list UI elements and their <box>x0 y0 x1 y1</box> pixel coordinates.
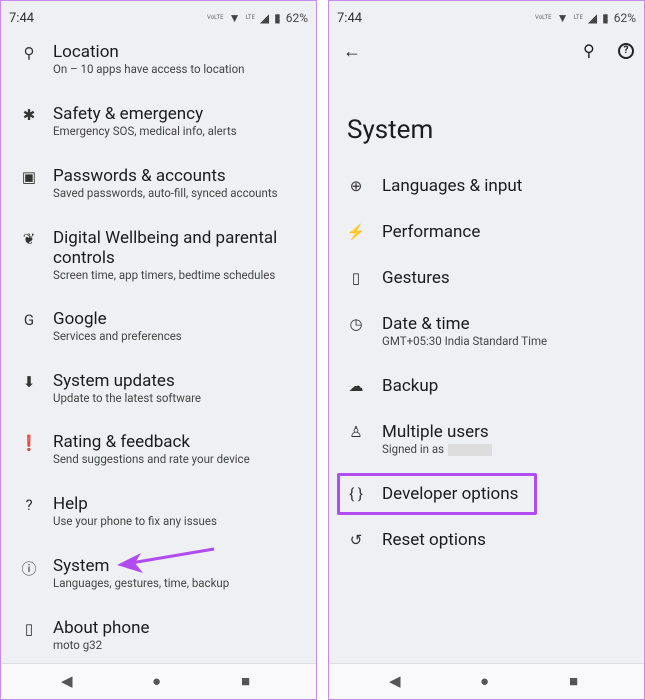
redacted-account <box>448 443 493 456</box>
item-subtitle: GMT+05:30 India Standard Time <box>382 334 548 348</box>
settings-panel: 7:44 VoLTE ▼ LTE ◢ ▮ 62% ⚲ Location On – 10 ap… <box>0 0 317 700</box>
person-icon: ♙ <box>349 423 363 441</box>
phone-info-icon: ▯ <box>24 620 34 638</box>
volte-icon: VoLTE <box>535 14 552 21</box>
back-arrow-icon[interactable]: ← <box>343 41 361 62</box>
wifi-icon: ▼ <box>228 11 241 25</box>
item-title: Digital Wellbeing and parental controls <box>53 228 278 268</box>
item-title: Location <box>53 42 119 62</box>
navigation-bar: ◀ ● ■ <box>329 663 644 699</box>
clock-icon: ◷ <box>349 315 363 333</box>
battery-icon: ▮ <box>274 11 281 25</box>
clock: 7:44 <box>337 11 363 26</box>
item-title: Reset options <box>382 530 486 550</box>
history-icon: ↺ <box>349 531 363 549</box>
info-icon: ⓘ <box>21 560 37 578</box>
battery-level: 62% <box>285 11 308 25</box>
battery-level: 62% <box>613 11 636 25</box>
clock: 7:44 <box>9 11 35 26</box>
item-title: Google <box>53 309 107 329</box>
item-title: Backup <box>382 376 439 396</box>
status-bar: 7:44 VoLTE ▼ LTE ◢ ▮ 62% <box>329 1 644 39</box>
item-subtitle: Update to the latest software <box>53 391 201 405</box>
recents-button[interactable]: ■ <box>241 672 250 690</box>
wellbeing-icon: ❦ <box>22 230 36 248</box>
highlight-box <box>337 473 537 515</box>
item-subtitle: Saved passwords, auto-fill, synced accou… <box>53 186 278 200</box>
item-title: Date & time <box>382 314 470 334</box>
item-title: Passwords & accounts <box>53 166 226 186</box>
item-title: Rating & feedback <box>53 432 190 452</box>
system-panel: 7:44 VoLTE ▼ LTE ◢ ▮ 62% ← ⚲ ? System ⊕ Langu… <box>328 0 645 700</box>
item-title: Safety & emergency <box>53 104 204 124</box>
item-subtitle: On – 10 apps have access to location <box>53 62 245 76</box>
item-title: Multiple users <box>382 422 489 442</box>
item-title: Languages & input <box>382 176 523 196</box>
item-subtitle: Emergency SOS, medical info, alerts <box>53 124 237 138</box>
google-icon: G <box>23 311 35 329</box>
location-pin-icon: ⚲ <box>23 44 35 62</box>
home-button[interactable]: ● <box>480 672 489 690</box>
signal-icon: ◢ <box>587 11 598 25</box>
page-title: System <box>347 115 434 145</box>
item-title: Performance <box>382 222 481 242</box>
annotation-arrow <box>117 547 215 573</box>
item-title: About phone <box>53 618 150 638</box>
item-subtitle: moto g32 <box>53 638 103 652</box>
help-icon: ? <box>25 496 33 514</box>
search-icon[interactable]: ⚲ <box>583 41 595 60</box>
item-subtitle: Languages, gestures, time, backup <box>53 576 230 590</box>
globe-icon: ⊕ <box>349 177 363 195</box>
back-button[interactable]: ◀ <box>389 672 401 690</box>
account-box-icon: ▣ <box>21 168 37 186</box>
asterisk-icon: ✱ <box>22 106 36 124</box>
item-subtitle: Signed in as <box>382 442 493 456</box>
item-title: Gestures <box>382 268 450 288</box>
signal-icon: ◢ <box>259 11 270 25</box>
volte-icon: VoLTE <box>207 14 224 21</box>
back-button[interactable]: ◀ <box>61 672 73 690</box>
battery-icon: ▮ <box>602 11 609 25</box>
help-icon[interactable]: ? <box>618 43 634 59</box>
home-button[interactable]: ● <box>152 672 161 690</box>
status-bar: 7:44 VoLTE ▼ LTE ◢ ▮ 62% <box>1 1 316 39</box>
item-title: System updates <box>53 371 175 391</box>
item-subtitle: Screen time, app timers, bedtime schedul… <box>53 268 276 282</box>
wifi-icon: ▼ <box>556 11 569 25</box>
recents-button[interactable]: ■ <box>569 672 578 690</box>
feedback-icon: ❗ <box>19 434 39 452</box>
item-subtitle: Use your phone to fix any issues <box>53 514 217 528</box>
system-update-icon: ⬇ <box>22 373 36 391</box>
item-subtitle: Send suggestions and rate your device <box>53 452 250 466</box>
lte-icon: LTE <box>245 14 255 21</box>
item-title: Help <box>53 494 88 514</box>
gestures-icon: ▯ <box>351 269 361 287</box>
item-subtitle: Services and preferences <box>53 329 182 343</box>
lte-icon: LTE <box>573 14 583 21</box>
cloud-upload-icon: ☁ <box>348 377 364 395</box>
performance-icon: ⚡ <box>346 223 366 241</box>
navigation-bar: ◀ ● ■ <box>1 663 316 699</box>
